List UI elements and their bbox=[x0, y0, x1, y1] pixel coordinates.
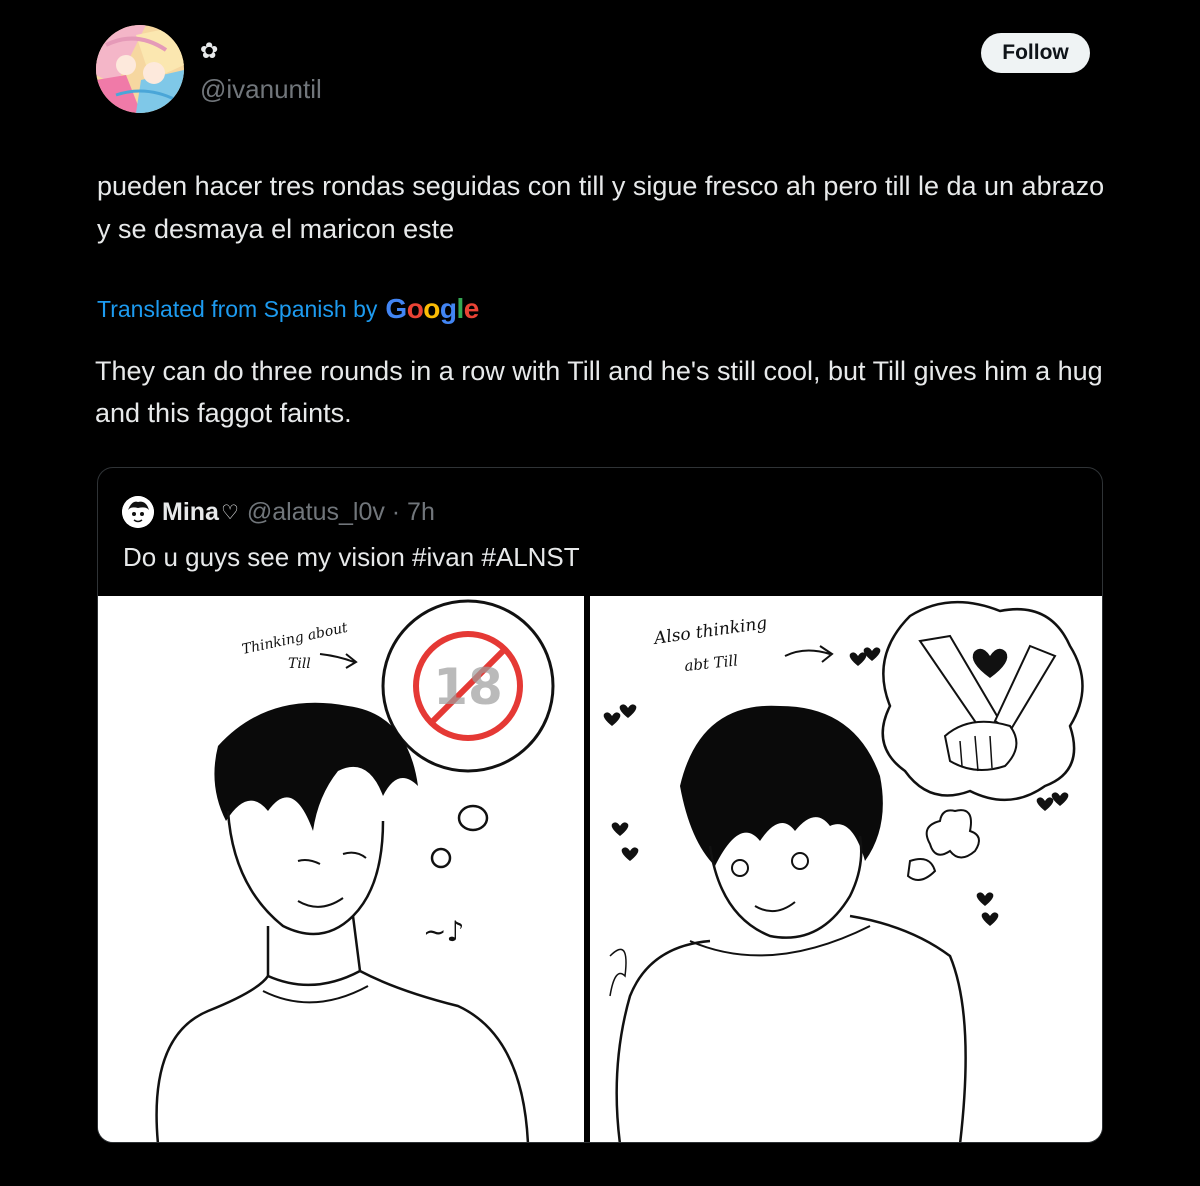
follow-button[interactable]: Follow bbox=[981, 33, 1090, 73]
quote-author-name[interactable]: Mina bbox=[162, 498, 219, 527]
heart-icon: ♡ bbox=[220, 501, 239, 524]
google-logo: Google bbox=[385, 293, 479, 324]
user-handle[interactable]: @ivanuntil bbox=[200, 74, 322, 105]
translated-text: They can do three rounds in a row with T… bbox=[95, 356, 1103, 428]
tweet-text: pueden hacer tres rondas seguidas con ti… bbox=[97, 171, 1105, 244]
quoted-tweet-card[interactable]: Mina ♡ @alatus_l0v · 7h Do u guys see my… bbox=[97, 467, 1103, 1143]
avatar[interactable] bbox=[96, 25, 184, 113]
tweet-page: ✿ @ivanuntil Follow pueden hacer tres ro… bbox=[0, 0, 1200, 1186]
translation-attribution: Translated from Spanish by Google bbox=[97, 292, 479, 326]
note-till-left: Till bbox=[288, 656, 311, 672]
quote-header: Mina ♡ @alatus_l0v · 7h bbox=[122, 496, 435, 528]
quote-text: Do u guys see my vision #ivan #ALNST bbox=[123, 542, 580, 572]
translated-label[interactable]: Translated from Spanish by bbox=[97, 296, 377, 323]
quote-author-handle[interactable]: @alatus_l0v · 7h bbox=[247, 498, 435, 527]
drawing-panel-left[interactable]: Thinking about Till 18 ~♪ bbox=[98, 596, 584, 1142]
display-name[interactable]: ✿ bbox=[200, 40, 218, 62]
music-note: ~♪ bbox=[423, 915, 464, 948]
drawing-panel-right[interactable]: Also thinking abt Till bbox=[590, 596, 1102, 1142]
quote-avatar[interactable] bbox=[122, 496, 154, 528]
rating-badge: 18 bbox=[433, 658, 503, 716]
